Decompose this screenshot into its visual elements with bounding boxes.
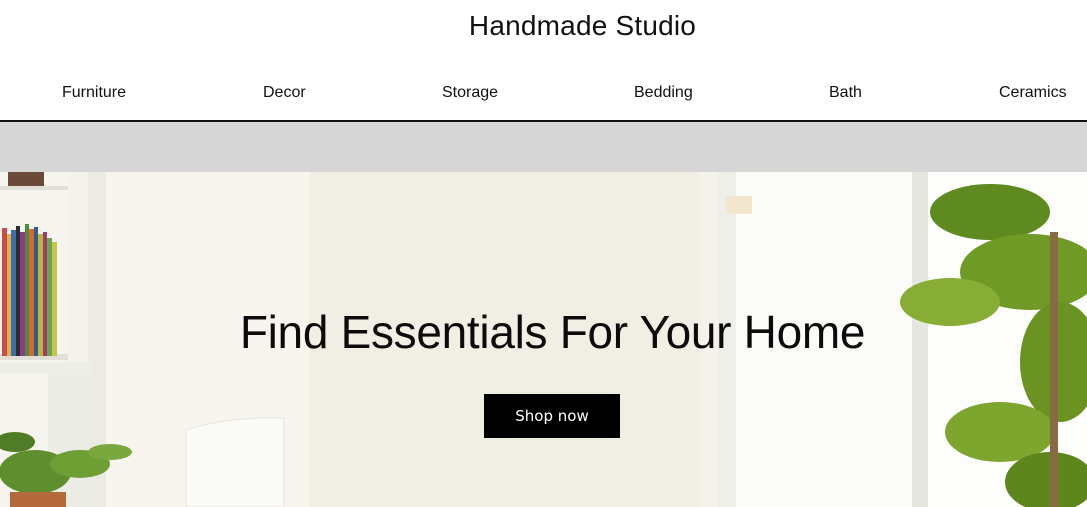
main-nav: Furniture Decor Storage Bedding Bath Cer… bbox=[0, 84, 1087, 108]
nav-item-bath[interactable]: Bath bbox=[829, 84, 862, 102]
nav-item-ceramics[interactable]: Ceramics bbox=[999, 84, 1067, 102]
nav-item-furniture[interactable]: Furniture bbox=[62, 84, 126, 102]
nav-item-storage[interactable]: Storage bbox=[442, 84, 498, 102]
nav-item-bedding[interactable]: Bedding bbox=[634, 84, 693, 102]
nav-item-decor[interactable]: Decor bbox=[263, 84, 306, 102]
banner-strip bbox=[0, 122, 1087, 172]
site-title[interactable]: Handmade Studio bbox=[0, 10, 1087, 42]
site-header: Handmade Studio Furniture Decor Storage … bbox=[0, 0, 1087, 122]
hero-heading: Find Essentials For Your Home bbox=[239, 306, 866, 358]
shop-now-button[interactable]: Shop now bbox=[484, 394, 620, 438]
hero-section: Find Essentials For Your Home Shop now bbox=[0, 172, 1087, 507]
